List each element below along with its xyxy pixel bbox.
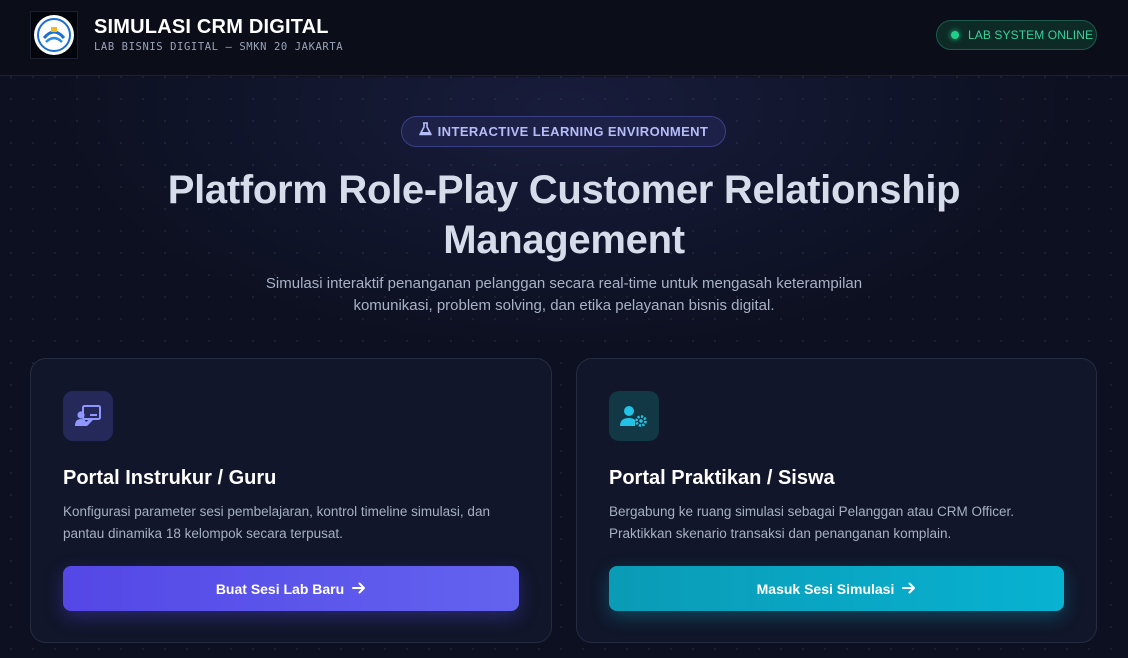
student-portal-title: Portal Praktikan / Siswa	[609, 467, 835, 489]
flask-icon	[418, 122, 432, 141]
hero-description: Simulasi interaktif penanganan pelanggan…	[265, 275, 863, 314]
system-status-badge: LAB SYSTEM ONLINE	[936, 20, 1097, 50]
instructor-portal-card: Portal Instrukur / Guru Konfigurasi para…	[30, 358, 552, 643]
app-subtitle: LAB BISNIS DIGITAL — SMKN 20 JAKARTA	[94, 41, 344, 53]
join-simulation-button[interactable]: Masuk Sesi Simulasi	[609, 566, 1064, 611]
app-title: SIMULASI CRM DIGITAL	[94, 16, 329, 38]
environment-badge-label: INTERACTIVE LEARNING ENVIRONMENT	[437, 124, 709, 139]
create-lab-session-button[interactable]: Buat Sesi Lab Baru	[63, 566, 519, 611]
create-lab-session-label: Buat Sesi Lab Baru	[215, 580, 345, 597]
top-bar: SIMULASI CRM DIGITAL LAB BISNIS DIGITAL …	[0, 0, 1128, 76]
student-portal-description: Bergabung ke ruang simulasi sebagai Pela…	[609, 504, 1014, 541]
user-gear-icon	[609, 391, 659, 441]
student-portal-card: Portal Praktikan / Siswa Bergabung ke ru…	[576, 358, 1097, 643]
environment-badge: INTERACTIVE LEARNING ENVIRONMENT	[401, 116, 726, 147]
join-simulation-label: Masuk Sesi Simulasi	[756, 580, 895, 597]
arrow-right-icon	[352, 581, 366, 597]
instructor-portal-title: Portal Instrukur / Guru	[63, 467, 277, 489]
chalkboard-teacher-icon	[63, 391, 113, 441]
status-text: LAB SYSTEM ONLINE	[968, 28, 1094, 42]
arrow-right-icon	[902, 581, 916, 597]
school-logo	[30, 11, 78, 59]
hero-title: Platform Role-Play Customer Relationship…	[167, 168, 961, 262]
instructor-portal-description: Konfigurasi parameter sesi pembelajaran,…	[63, 504, 490, 541]
status-dot-icon	[951, 31, 959, 39]
